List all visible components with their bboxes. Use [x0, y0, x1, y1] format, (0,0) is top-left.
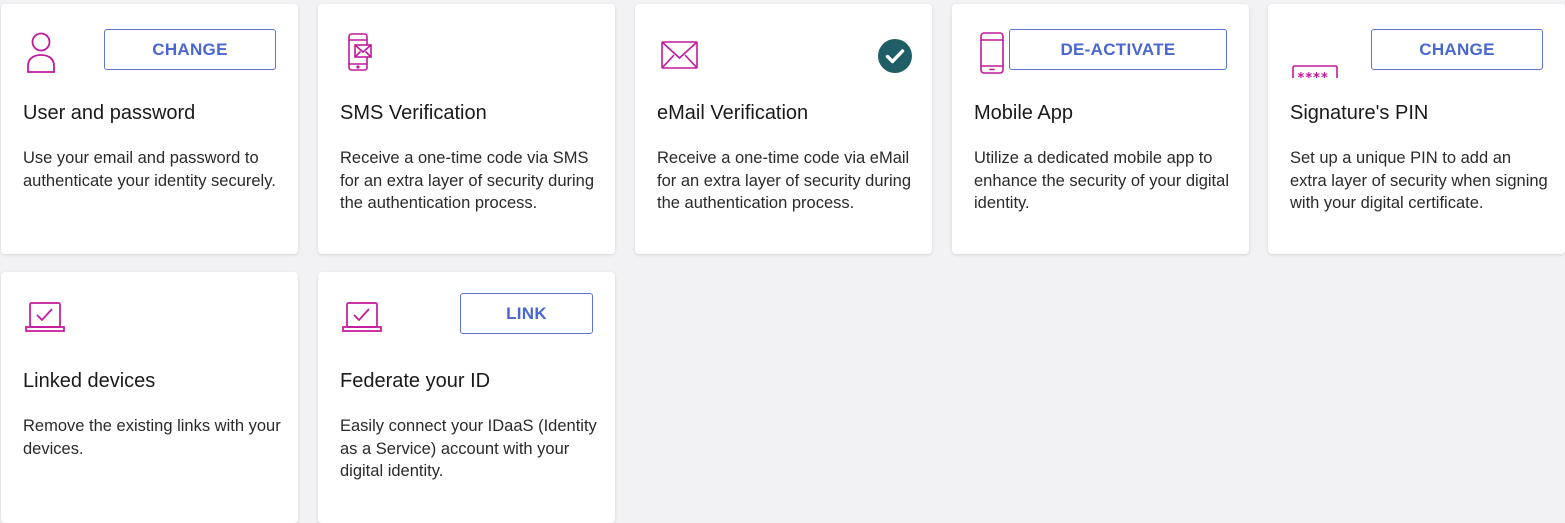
card-title: eMail Verification [657, 102, 809, 124]
change-password-button[interactable]: CHANGE [104, 29, 276, 70]
deactivate-mobile-app-button[interactable]: DE-ACTIVATE [1009, 29, 1227, 70]
card-description: Receive a one-time code via SMS for an e… [340, 149, 595, 212]
laptop-check-icon [23, 298, 67, 346]
link-federate-button[interactable]: LINK [460, 293, 593, 334]
card-email-verification[interactable]: eMail Verification Receive a one-time co… [635, 4, 932, 254]
user-icon [23, 30, 59, 78]
card-description: Utilize a dedicated mobile app to enhanc… [974, 149, 1229, 212]
card-title: Mobile App [974, 102, 1073, 124]
card-linked-devices[interactable]: Linked devices Remove the existing links… [1, 272, 298, 523]
card-title: Linked devices [23, 370, 156, 392]
svg-text:****: **** [1297, 71, 1328, 78]
card-title: Federate your ID [340, 370, 491, 392]
card-sms-verification[interactable]: SMS Verification Receive a one-time code… [318, 4, 615, 254]
laptop-check-icon [340, 298, 384, 346]
card-description: Set up a unique PIN to add an extra laye… [1290, 149, 1548, 212]
card-title: Signature's PIN [1290, 102, 1429, 124]
card-description: Use your email and password to authentic… [23, 149, 276, 190]
card-title: User and password [23, 102, 196, 124]
verified-check-icon [878, 39, 912, 73]
envelope-icon [657, 30, 699, 78]
card-federate-id[interactable]: LINK Federate your ID Easily connect you… [318, 272, 615, 523]
change-pin-button[interactable]: CHANGE [1371, 29, 1543, 70]
mobile-phone-icon [974, 30, 1010, 78]
card-description: Easily connect your IDaaS (Identity as a… [340, 417, 597, 480]
card-mobile-app[interactable]: DE-ACTIVATE Mobile App Utilize a dedicat… [952, 4, 1249, 254]
pin-icon: **** [1290, 30, 1340, 78]
card-user-password[interactable]: CHANGE User and password Use your email … [1, 4, 298, 254]
sms-phone-icon [340, 30, 376, 78]
card-description: Remove the existing links with your devi… [23, 417, 281, 458]
card-signature-pin[interactable]: **** CHANGE Signature's PIN Set up a uni… [1268, 4, 1565, 254]
card-description: Receive a one-time code via eMail for an… [657, 149, 912, 212]
card-title: SMS Verification [340, 102, 487, 124]
